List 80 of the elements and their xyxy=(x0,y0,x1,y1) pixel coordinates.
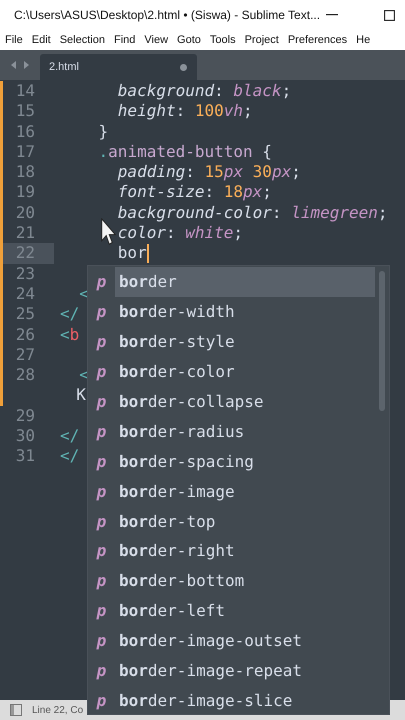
line-number: 29 xyxy=(16,406,35,425)
code-line: <b xyxy=(60,324,80,345)
property-kind-mark: p xyxy=(95,332,108,352)
completion-item[interactable]: border xyxy=(115,267,375,297)
completion-item[interactable]: border-radius xyxy=(115,416,375,446)
mouse-pointer-icon xyxy=(101,218,116,246)
property-kind-mark: p xyxy=(95,422,108,441)
line-number: 14 xyxy=(16,81,35,100)
code-line: bor xyxy=(118,243,147,264)
completion-item[interactable]: border-left xyxy=(115,596,375,626)
completion-item[interactable]: border-collapse xyxy=(115,386,375,416)
menu-item[interactable]: Find xyxy=(114,34,136,46)
status-text: Line 22, Co xyxy=(32,704,84,716)
code-line: K xyxy=(76,385,86,406)
line-number: 17 xyxy=(16,142,35,161)
line-number: 15 xyxy=(16,101,35,120)
property-kind-mark: p xyxy=(95,601,108,620)
window-title: C:\Users\ASUS\Desktop\2.html • (Siswa) - Sublime Text... xyxy=(14,8,320,22)
maximize-icon[interactable] xyxy=(384,10,396,20)
line-number: 24 xyxy=(16,284,35,303)
property-kind-mark: p xyxy=(95,661,108,680)
code-line: .animated-button { xyxy=(98,142,272,162)
code-line: font-size: 18px; xyxy=(118,182,272,203)
line-number: 21 xyxy=(16,223,35,242)
code-line: background: black; xyxy=(118,81,292,102)
line-number: 25 xyxy=(16,304,35,324)
code-line: color: white; xyxy=(118,223,244,244)
menu-item[interactable]: Edit xyxy=(32,34,51,46)
menu-item[interactable]: Project xyxy=(244,34,279,46)
code-line: </ xyxy=(60,446,80,467)
editor-tab[interactable]: 2.html xyxy=(40,54,197,80)
property-kind-mark: p xyxy=(95,631,108,650)
code-line: padding: 15px 30px; xyxy=(118,162,301,182)
property-kind-mark: p xyxy=(95,512,108,531)
panel-toggle-icon[interactable] xyxy=(10,704,22,716)
tab-arrows-icon[interactable] xyxy=(11,61,29,69)
menu-item[interactable]: Tools xyxy=(210,34,236,46)
minimize-icon[interactable] xyxy=(326,14,338,16)
line-number: 18 xyxy=(16,162,35,182)
code-line: height: 100vh; xyxy=(118,101,253,122)
scrollbar-thumb[interactable] xyxy=(379,271,385,411)
line-number: 16 xyxy=(16,122,35,141)
line-number: 28 xyxy=(16,365,35,384)
property-kind-mark: p xyxy=(95,272,108,292)
property-kind-mark: p xyxy=(95,392,108,411)
completion-item[interactable]: border-image-repeat xyxy=(115,656,375,686)
menu-item[interactable]: He xyxy=(356,34,370,46)
line-number: 30 xyxy=(16,426,35,446)
completion-item[interactable]: border-image-outset xyxy=(115,626,375,656)
property-kind-mark: p xyxy=(95,302,108,322)
line-number: 26 xyxy=(16,324,35,344)
property-kind-mark: p xyxy=(95,362,108,382)
property-kind-mark: p xyxy=(95,482,108,501)
code-line: </ xyxy=(60,304,80,325)
menu-item[interactable]: Preferences xyxy=(288,34,348,46)
completion-item[interactable]: border-top xyxy=(115,506,375,536)
menu-item[interactable]: View xyxy=(144,34,168,46)
code-line: } xyxy=(98,122,108,142)
line-number: 31 xyxy=(16,446,35,466)
completion-item[interactable]: border-spacing xyxy=(115,446,375,476)
property-kind-mark: p xyxy=(95,541,108,560)
completion-item[interactable]: border-style xyxy=(115,326,375,357)
code-line: background-color: limegreen; xyxy=(118,202,388,224)
code-line: </ xyxy=(60,426,80,446)
completion-item[interactable]: border-image-slice xyxy=(115,685,375,716)
property-kind-mark: p xyxy=(95,452,108,471)
menu-item[interactable]: Goto xyxy=(177,34,201,46)
line-number: 20 xyxy=(16,202,35,222)
completion-item[interactable]: border-color xyxy=(115,356,375,387)
menu-item[interactable]: File xyxy=(5,34,23,46)
completion-item[interactable]: border-right xyxy=(115,536,375,566)
completion-item[interactable]: border-width xyxy=(115,296,375,327)
completion-item[interactable]: border-bottom xyxy=(115,566,375,596)
property-kind-mark: p xyxy=(95,690,108,710)
line-number: 23 xyxy=(16,264,35,283)
property-kind-mark: p xyxy=(95,571,108,590)
completion-item[interactable]: border-image xyxy=(115,476,375,506)
line-number: 27 xyxy=(16,344,35,364)
line-number: 19 xyxy=(16,182,35,202)
menu-item[interactable]: Selection xyxy=(60,34,105,46)
